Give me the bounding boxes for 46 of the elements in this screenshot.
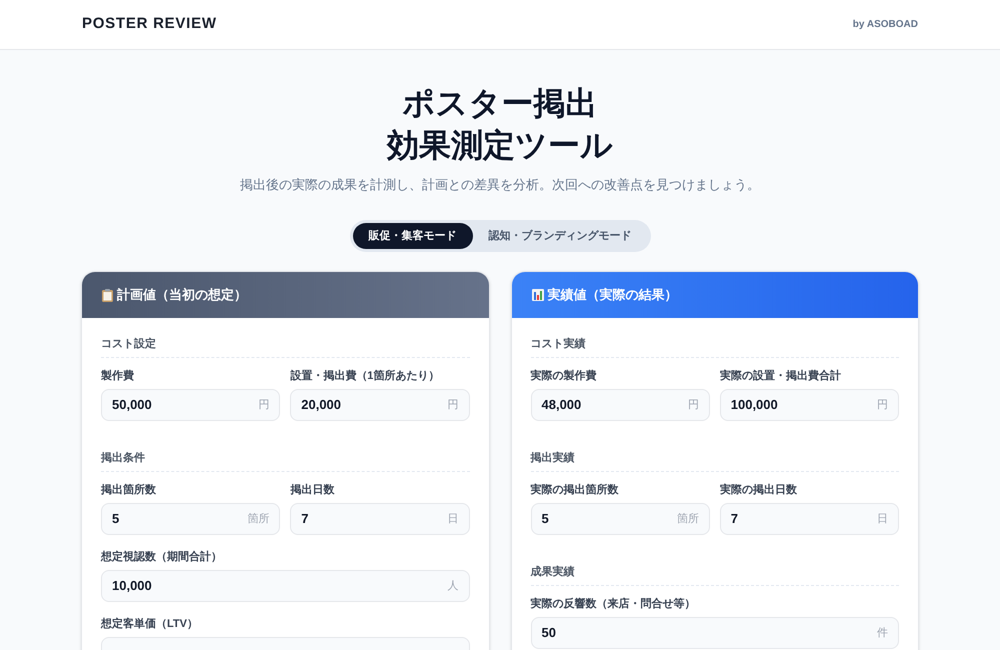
field-label: 実際の掲出日数	[720, 483, 798, 497]
input-field[interactable]: 7 日	[290, 503, 470, 535]
input-field[interactable]: 48,000 円	[530, 389, 710, 421]
input-field[interactable]: 100,000 円	[720, 389, 899, 421]
field-label: 実際の掲出箇所数	[530, 483, 620, 497]
unit-label: 円	[448, 398, 458, 413]
input-field[interactable]: 10,000 人	[101, 570, 470, 602]
input-field[interactable]: 20,000 円	[290, 389, 470, 421]
panel-title: 実績値（実際の結果）	[548, 286, 678, 304]
input-field[interactable]: 5 箇所	[530, 503, 710, 535]
bar-chart-icon	[532, 289, 544, 301]
app-title: POSTER REVIEW	[82, 14, 217, 34]
field-label: 製作費	[101, 369, 135, 383]
field-label: 想定客単価（LTV）	[101, 617, 199, 631]
section-heading: コスト設定	[101, 337, 157, 351]
unit-label: 人	[448, 578, 458, 594]
section-heading: コスト実績	[530, 337, 586, 351]
field-label: 掲出箇所数	[101, 483, 157, 497]
page-subtitle: 掲出後の実際の成果を計測し、計画との差異を分析。次回への改善点を見つけましょう。	[240, 176, 760, 194]
section-heading: 掲出条件	[101, 451, 146, 465]
mode-tab[interactable]: 認知・ブランディングモード	[472, 223, 648, 249]
input-field[interactable]: 50,000 円	[101, 389, 280, 421]
field-label: 想定視認数（期間合計）	[101, 550, 223, 564]
clipboard-icon	[102, 288, 113, 302]
mode-tab[interactable]: 販促・集客モード	[352, 223, 472, 249]
unit-label: 円	[258, 398, 270, 413]
input-field[interactable]: 50 件	[530, 617, 899, 649]
panel-title: 計画値（当初の想定）	[117, 286, 247, 304]
unit-label: 円	[688, 398, 699, 413]
input-field[interactable]: 7 日	[720, 503, 899, 535]
unit-label: 箇所	[247, 512, 270, 527]
section-heading: 掲出実績	[530, 451, 576, 465]
unit-label: 円	[877, 398, 888, 413]
byline: by ASOBOAD	[852, 18, 918, 32]
unit-label: 件	[877, 626, 888, 641]
input-field[interactable]: 5 箇所	[101, 503, 280, 535]
section-heading: 成果実績	[530, 565, 576, 579]
page-title: ポスター掲出 効果測定ツール	[387, 84, 613, 165]
field-label: 掲出日数	[290, 483, 336, 497]
field-label: 実際の反響数（来店・問合せ等）	[530, 597, 696, 611]
unit-label: 箇所	[676, 512, 699, 527]
field-label: 実際の設置・掲出費合計	[720, 369, 842, 383]
unit-label: 日	[448, 512, 458, 527]
field-label: 設置・掲出費（1箇所あたり）	[290, 369, 440, 383]
field-label: 実際の製作費	[530, 369, 598, 383]
unit-label: 日	[877, 512, 888, 527]
